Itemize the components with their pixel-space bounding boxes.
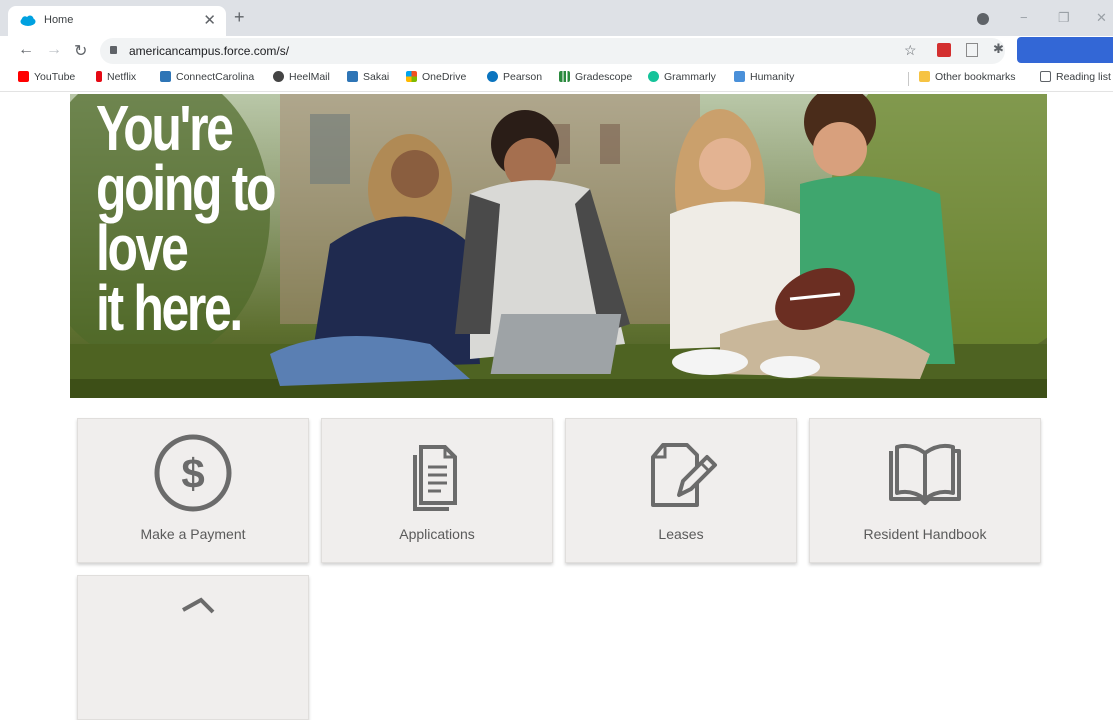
- extension-status-icon[interactable]: [977, 13, 989, 25]
- forward-icon[interactable]: →: [46, 41, 62, 59]
- hero-heading: You're going to love it here.: [96, 94, 276, 344]
- hero-banner: You're going to love it here.: [70, 94, 1047, 398]
- address-bar[interactable]: americancampus.force.com/s/ ☆: [100, 38, 1005, 64]
- browser-toolbar: ← → ↻ americancampus.force.com/s/ ☆ ✱: [0, 36, 1113, 66]
- tag-icon: [182, 597, 215, 614]
- close-window-icon[interactable]: ✕: [1096, 10, 1107, 26]
- folder-icon: [919, 71, 930, 82]
- minimize-icon[interactable]: −: [1020, 10, 1028, 25]
- tile-label: Resident Handbook: [863, 526, 987, 542]
- lock-icon[interactable]: [110, 46, 117, 54]
- book-icon: [889, 443, 961, 505]
- bookmark-youtube[interactable]: YouTube: [18, 71, 75, 83]
- bookmark-humanity[interactable]: Humanity: [734, 71, 794, 83]
- reading-list[interactable]: Reading list: [1040, 71, 1111, 83]
- profile-button[interactable]: [1017, 37, 1113, 63]
- resident-handbook-tile[interactable]: Resident Handbook: [809, 418, 1041, 563]
- pearson-icon: [487, 71, 498, 82]
- bookmarks-bar: YouTube Netflix ConnectCarolina HeelMail…: [0, 66, 1113, 92]
- lease-pencil-icon: [651, 443, 717, 507]
- building-icon: [347, 71, 358, 82]
- bookmark-netflix[interactable]: Netflix: [96, 71, 136, 83]
- bookmarks-divider: [908, 72, 909, 86]
- back-icon[interactable]: ←: [18, 41, 34, 59]
- tile-label: Applications: [399, 526, 475, 542]
- make-payment-tile[interactable]: $ Make a Payment: [77, 418, 309, 563]
- url-text[interactable]: americancampus.force.com/s/: [129, 44, 289, 58]
- pdf-extension-icon[interactable]: [937, 43, 951, 57]
- windows-icon: [406, 71, 417, 82]
- tile-label: Leases: [658, 526, 704, 542]
- bookmark-heelmail[interactable]: HeelMail: [273, 71, 330, 83]
- bookmark-gradescope[interactable]: Gradescope: [559, 71, 632, 83]
- reading-list-icon: [1040, 71, 1051, 82]
- maximize-icon[interactable]: ❐: [1058, 10, 1070, 26]
- tab-home[interactable]: Home ✕: [8, 6, 226, 36]
- bookmark-onedrive[interactable]: OneDrive: [406, 71, 466, 83]
- bookmark-pearson[interactable]: Pearson: [487, 71, 542, 83]
- close-tab-icon[interactable]: ✕: [203, 11, 216, 29]
- puzzle-extensions-icon[interactable]: ✱: [993, 41, 1007, 56]
- tab-title: Home: [44, 14, 74, 26]
- dollar-circle-icon: $: [154, 434, 232, 512]
- bookmark-connectcarolina[interactable]: ConnectCarolina: [160, 71, 254, 83]
- building-icon: [160, 71, 171, 82]
- other-bookmarks[interactable]: Other bookmarks: [919, 71, 1016, 83]
- tab-strip: Home ✕ + − ❐ ✕: [0, 0, 1113, 36]
- youtube-icon: [18, 71, 29, 82]
- bars-icon: [559, 71, 570, 82]
- salesforce-cloud-icon: [20, 15, 36, 26]
- svg-text:$: $: [181, 450, 204, 497]
- documents-icon: [413, 445, 457, 511]
- bookmark-sakai[interactable]: Sakai: [347, 71, 389, 83]
- bookmark-grammarly[interactable]: Grammarly: [648, 71, 716, 83]
- document-extension-icon[interactable]: [966, 43, 978, 57]
- reload-icon[interactable]: ↻: [74, 41, 87, 61]
- globe-icon: [273, 71, 284, 82]
- applications-tile[interactable]: Applications: [321, 418, 553, 563]
- bookmark-star-icon[interactable]: ☆: [904, 42, 917, 59]
- grammarly-icon: [648, 71, 659, 82]
- new-tab-button[interactable]: +: [234, 7, 245, 28]
- tile-label: Make a Payment: [140, 526, 246, 542]
- person-icon: [734, 71, 745, 82]
- netflix-icon: [96, 71, 102, 82]
- leases-tile[interactable]: Leases: [565, 418, 797, 563]
